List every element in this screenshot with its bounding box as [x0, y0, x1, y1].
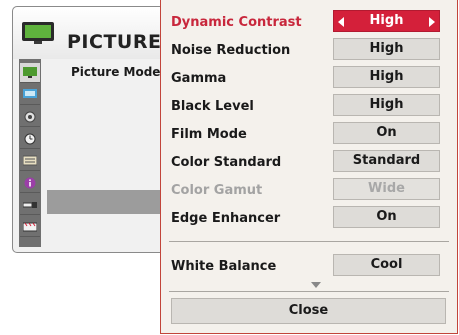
- option-icon[interactable]: [20, 151, 40, 171]
- film-mode-value[interactable]: On: [333, 122, 440, 144]
- dynamic-contrast-value-text: High: [369, 13, 404, 28]
- white-balance-label: White Balance: [171, 259, 277, 274]
- edge-enhancer-value[interactable]: On: [333, 206, 440, 228]
- screen-icon[interactable]: [20, 85, 40, 105]
- gamma-value[interactable]: High: [333, 66, 440, 88]
- input-icon[interactable]: [20, 195, 40, 215]
- row-color-gamut: Color Gamut Wide: [161, 176, 457, 204]
- dynamic-contrast-value[interactable]: High: [333, 10, 440, 32]
- gamma-label: Gamma: [171, 71, 227, 86]
- color-standard-label: Color Standard: [171, 155, 282, 170]
- edge-enhancer-label: Edge Enhancer: [171, 211, 281, 226]
- noise-reduction-label: Noise Reduction: [171, 43, 291, 58]
- divider: [169, 241, 449, 242]
- film-mode-label: Film Mode: [171, 127, 247, 142]
- dynamic-contrast-label: Dynamic Contrast: [171, 15, 302, 30]
- monitor-icon: [22, 22, 54, 44]
- info-icon[interactable]: [20, 173, 40, 193]
- divider: [169, 291, 449, 292]
- picture-menu-header: PICTURE: [13, 7, 179, 59]
- row-color-standard[interactable]: Color Standard Standard: [161, 148, 457, 176]
- row-white-balance[interactable]: White Balance Cool: [161, 252, 457, 280]
- row-black-level[interactable]: Black Level High: [161, 92, 457, 120]
- close-button[interactable]: Close: [171, 298, 446, 324]
- row-dynamic-contrast[interactable]: Dynamic Contrast High: [161, 8, 457, 36]
- time-icon[interactable]: [20, 129, 40, 149]
- row-film-mode[interactable]: Film Mode On: [161, 120, 457, 148]
- row-noise-reduction[interactable]: Noise Reduction High: [161, 36, 457, 64]
- color-gamut-label: Color Gamut: [171, 183, 263, 198]
- category-sidebar: [19, 59, 41, 247]
- scroll-down-icon[interactable]: [311, 282, 321, 288]
- black-level-value[interactable]: High: [333, 94, 440, 116]
- picture-menu-window: PICTURE Picture Mode: [12, 6, 180, 253]
- black-level-label: Black Level: [171, 99, 254, 114]
- noise-reduction-value[interactable]: High: [333, 38, 440, 60]
- picture-menu-title: PICTURE: [67, 31, 162, 53]
- color-standard-value[interactable]: Standard: [333, 150, 440, 172]
- color-gamut-value: Wide: [333, 178, 440, 200]
- picture-mode-label[interactable]: Picture Mode: [71, 65, 160, 79]
- arrow-left-icon[interactable]: [338, 17, 344, 27]
- row-gamma[interactable]: Gamma High: [161, 64, 457, 92]
- picture-menu-highlight: [47, 190, 177, 214]
- arrow-right-icon[interactable]: [429, 17, 435, 27]
- white-balance-value[interactable]: Cool: [333, 254, 440, 276]
- picture-icon[interactable]: [20, 63, 40, 83]
- audio-icon[interactable]: [20, 107, 40, 127]
- row-edge-enhancer[interactable]: Edge Enhancer On: [161, 204, 457, 232]
- advanced-picture-dropdown: Dynamic Contrast High Noise Reduction Hi…: [160, 0, 458, 334]
- usb-icon[interactable]: [20, 217, 40, 237]
